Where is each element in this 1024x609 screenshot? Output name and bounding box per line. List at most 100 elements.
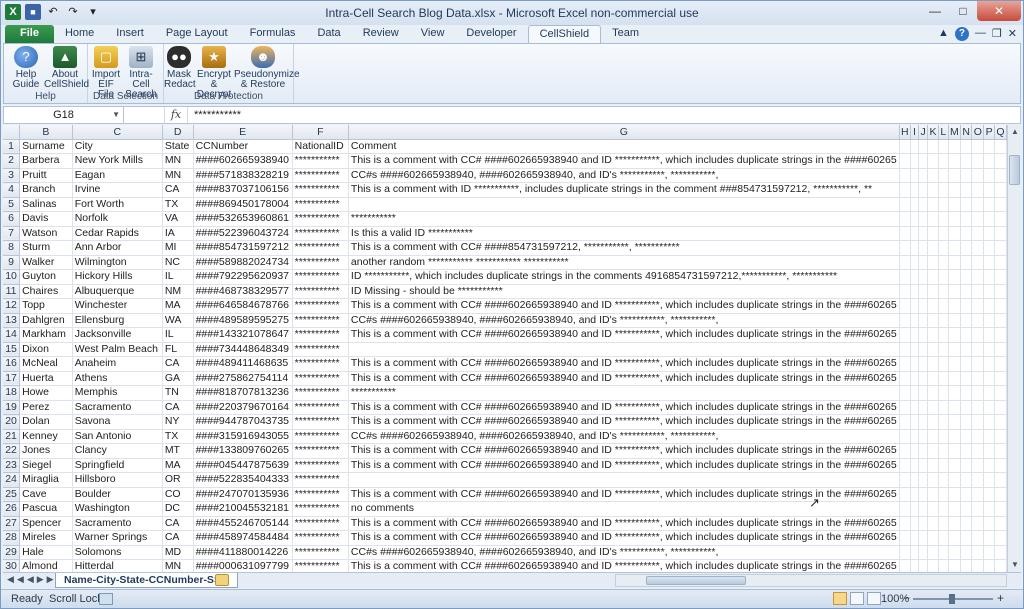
empty-cell[interactable] [983, 458, 995, 473]
cell-city[interactable]: Washington [72, 501, 163, 517]
empty-cell[interactable] [971, 153, 985, 169]
empty-cell[interactable] [899, 298, 912, 314]
cell-state[interactable]: NM [162, 284, 194, 299]
empty-cell[interactable] [971, 255, 985, 270]
empty-cell[interactable] [899, 400, 912, 415]
cell-surname[interactable]: Barbera [19, 153, 73, 169]
cell-city[interactable]: Savona [72, 414, 163, 430]
empty-cell[interactable] [994, 400, 1007, 415]
empty-cell[interactable] [960, 153, 973, 169]
empty-cell[interactable] [948, 269, 962, 285]
empty-cell[interactable] [960, 414, 973, 430]
empty-cell[interactable] [918, 139, 929, 154]
empty-cell[interactable] [927, 356, 939, 372]
empty-cell[interactable] [918, 356, 929, 372]
empty-cell[interactable] [918, 443, 929, 459]
cell-state[interactable]: GA [162, 371, 194, 386]
empty-cell[interactable] [994, 168, 1007, 183]
empty-cell[interactable] [971, 429, 985, 444]
macro-record-icon[interactable] [99, 593, 113, 605]
empty-cell[interactable] [994, 371, 1007, 386]
cell-surname[interactable]: Spencer [19, 516, 73, 531]
empty-cell[interactable] [918, 153, 929, 169]
cell-surname[interactable]: Miraglia [19, 472, 73, 488]
cell-city[interactable]: Hickory Hills [72, 269, 163, 285]
empty-cell[interactable] [948, 429, 962, 444]
cell-ccnumber[interactable]: ####275862754114 [193, 371, 293, 386]
row-header[interactable]: 28 [3, 530, 21, 546]
empty-cell[interactable] [918, 429, 929, 444]
empty-cell[interactable] [918, 371, 929, 386]
cell-comment[interactable]: This is a comment with CC# ####602665938… [348, 458, 900, 473]
empty-cell[interactable] [948, 545, 962, 560]
empty-cell[interactable] [971, 182, 985, 198]
empty-cell[interactable] [948, 530, 962, 546]
row-header[interactable]: 14 [3, 327, 21, 343]
empty-cell[interactable] [918, 545, 929, 560]
empty-cell[interactable] [910, 255, 919, 270]
empty-cell[interactable] [910, 530, 919, 546]
empty-cell[interactable] [983, 342, 995, 357]
empty-cell[interactable] [994, 327, 1007, 343]
empty-cell[interactable] [927, 545, 939, 560]
empty-cell[interactable] [918, 226, 929, 241]
cell-city[interactable]: Clancy [72, 443, 163, 459]
cell-nationalid[interactable]: NationalID [292, 139, 349, 154]
cell-city[interactable]: Ann Arbor [72, 240, 163, 256]
empty-cell[interactable] [910, 472, 919, 488]
cell-city[interactable]: Springfield [72, 458, 163, 473]
empty-cell[interactable] [971, 371, 985, 386]
empty-cell[interactable] [948, 414, 962, 430]
cell-surname[interactable]: Siegel [19, 458, 73, 473]
cell-city[interactable]: City [72, 139, 163, 154]
empty-cell[interactable] [910, 298, 919, 314]
empty-cell[interactable] [918, 255, 929, 270]
empty-cell[interactable] [910, 342, 919, 357]
empty-cell[interactable] [948, 371, 962, 386]
cell-city[interactable]: Sacramento [72, 400, 163, 415]
empty-cell[interactable] [971, 269, 985, 285]
cell-state[interactable]: CA [162, 530, 194, 546]
empty-cell[interactable] [960, 342, 973, 357]
empty-cell[interactable] [899, 211, 912, 227]
empty-cell[interactable] [948, 211, 962, 227]
cell-surname[interactable]: Salinas [19, 197, 73, 212]
empty-cell[interactable] [918, 327, 929, 343]
empty-cell[interactable] [918, 182, 929, 198]
cell-nationalid[interactable]: *********** [292, 269, 349, 285]
empty-cell[interactable] [938, 255, 949, 270]
cell-state[interactable]: MI [162, 240, 194, 256]
empty-cell[interactable] [927, 182, 939, 198]
row-header[interactable]: 10 [3, 269, 21, 285]
empty-cell[interactable] [938, 429, 949, 444]
cell-nationalid[interactable]: *********** [292, 501, 349, 517]
cell-city[interactable]: Sacramento [72, 516, 163, 531]
empty-cell[interactable] [948, 501, 962, 517]
empty-cell[interactable] [927, 472, 939, 488]
cell-comment[interactable]: This is a comment with CC# ####602665938… [348, 371, 900, 386]
empty-cell[interactable] [910, 269, 919, 285]
empty-cell[interactable] [971, 472, 985, 488]
empty-cell[interactable] [994, 559, 1007, 572]
empty-cell[interactable] [971, 443, 985, 459]
tab-cellshield[interactable]: CellShield [527, 25, 602, 43]
wb-restore-icon[interactable]: ❐ [992, 27, 1002, 41]
empty-cell[interactable] [899, 226, 912, 241]
empty-cell[interactable] [983, 211, 995, 227]
empty-cell[interactable] [899, 414, 912, 430]
empty-cell[interactable] [971, 342, 985, 357]
cell-city[interactable]: Boulder [72, 487, 163, 502]
column-header[interactable]: J [918, 125, 929, 140]
row-header[interactable]: 24 [3, 472, 21, 488]
empty-cell[interactable] [899, 429, 912, 444]
empty-cell[interactable] [910, 443, 919, 459]
empty-cell[interactable] [971, 385, 985, 401]
row-header[interactable]: 27 [3, 516, 21, 531]
empty-cell[interactable] [938, 298, 949, 314]
cell-nationalid[interactable]: *********** [292, 356, 349, 372]
empty-cell[interactable] [918, 414, 929, 430]
empty-cell[interactable] [910, 458, 919, 473]
cell-state[interactable]: TX [162, 429, 194, 444]
empty-cell[interactable] [899, 443, 912, 459]
name-box[interactable]: G18 ▼ [4, 107, 124, 123]
